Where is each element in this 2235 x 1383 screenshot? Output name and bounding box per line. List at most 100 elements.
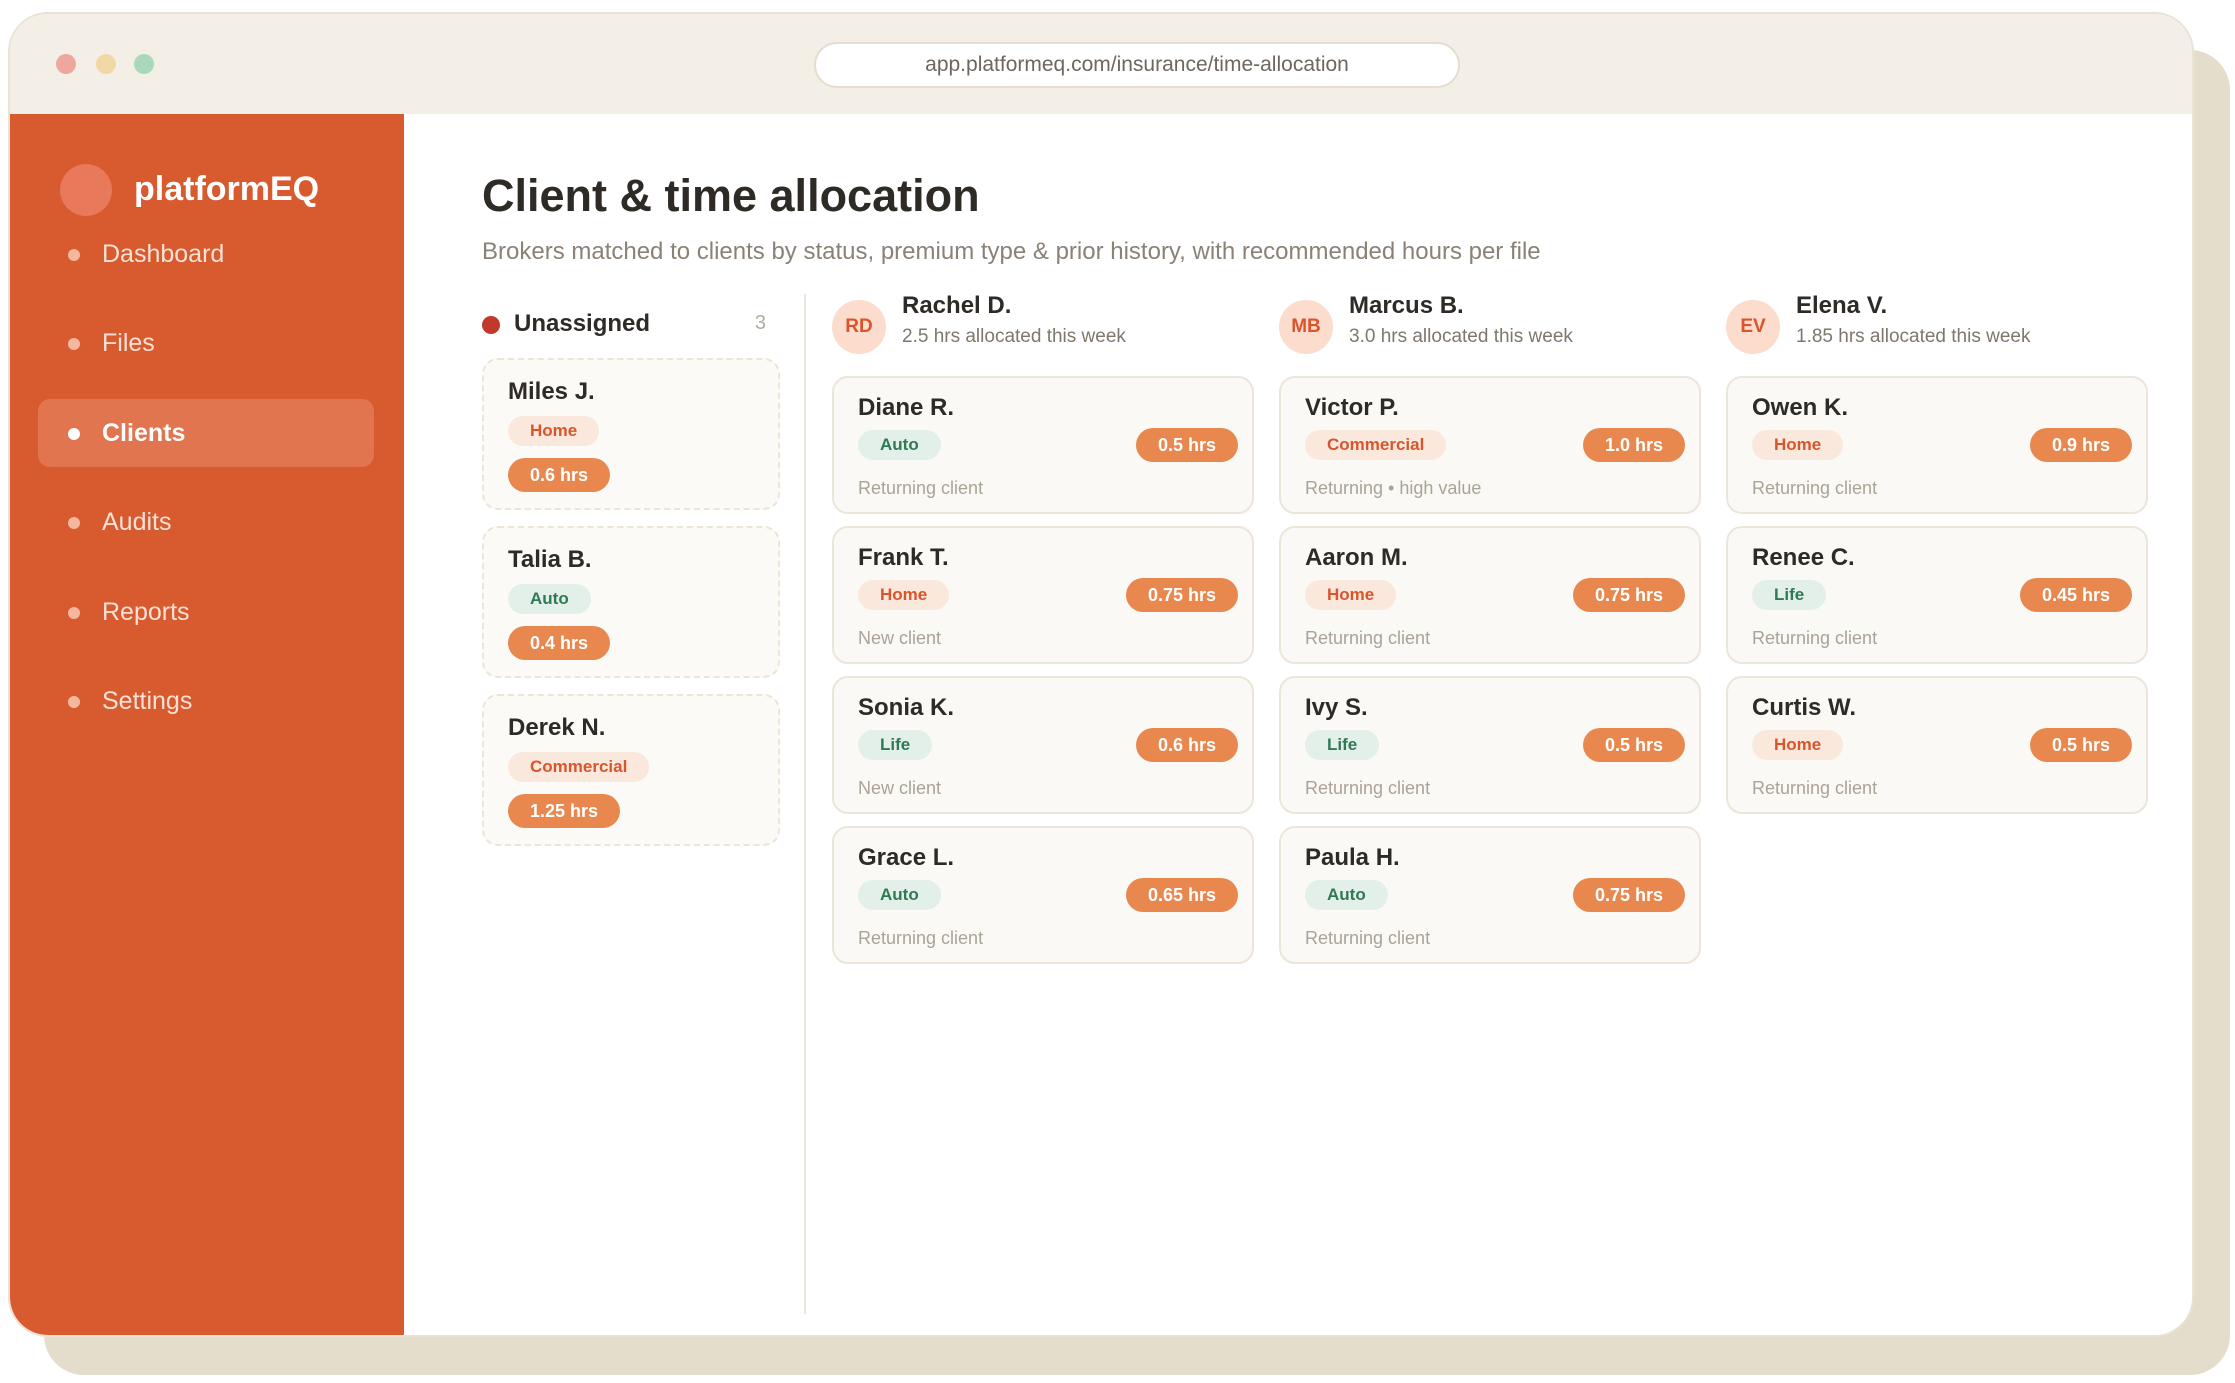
hours-badge: 1.25 hrs <box>508 794 621 828</box>
bullet-icon <box>68 338 80 350</box>
client-status: Returning client <box>1305 928 1431 948</box>
premium-type-tag: Life <box>858 730 933 760</box>
hours-badge: 1.0 hrs <box>1582 428 1685 462</box>
client-status: Returning client <box>1752 478 1878 498</box>
premium-type-tag: Auto <box>858 430 941 460</box>
client-status: Returning client <box>1752 778 1878 798</box>
client-name: Owen K. <box>1752 394 1849 421</box>
sidebar-item-settings[interactable]: Settings <box>38 667 374 735</box>
client-name: Frank T. <box>858 544 949 571</box>
maximize-window-dot[interactable] <box>134 54 154 74</box>
premium-type-tag: Commercial <box>1305 430 1447 460</box>
hours-badge: 0.65 hrs <box>1125 878 1238 912</box>
premium-type-tag: Auto <box>508 584 591 614</box>
hours-badge: 0.9 hrs <box>2029 428 2132 462</box>
client-status: Returning client <box>858 478 984 498</box>
broker-allocated-hours: 1.85 hrs allocated this week <box>1796 326 2031 347</box>
client-card[interactable]: Frank T. Home 0.75 hrs New client <box>832 526 1254 664</box>
client-status: Returning client <box>1752 628 1878 648</box>
sidebar-item-label: Audits <box>102 508 172 536</box>
sidebar-item-label: Dashboard <box>102 240 225 268</box>
sidebar-item-label: Settings <box>102 687 193 715</box>
hours-badge: 0.45 hrs <box>2019 578 2132 612</box>
client-card[interactable]: Renee C. Life 0.45 hrs Returning client <box>1726 526 2148 664</box>
page-title: Client & time allocation <box>482 170 980 221</box>
client-name: Paula H. <box>1305 844 1400 871</box>
hours-badge: 0.75 hrs <box>1572 578 1685 612</box>
client-name: Sonia K. <box>858 694 955 721</box>
unassigned-title: Unassigned <box>514 310 651 337</box>
bullet-icon <box>68 696 80 708</box>
premium-type-tag: Home <box>1305 580 1397 610</box>
bullet-icon <box>68 249 80 261</box>
address-bar[interactable]: app.platformeq.com/insurance/time-alloca… <box>814 42 1460 88</box>
client-card[interactable]: Paula H. Auto 0.75 hrs Returning client <box>1279 826 1701 964</box>
premium-type-tag: Auto <box>1305 880 1388 910</box>
premium-type-tag: Auto <box>858 880 941 910</box>
main-content: Client & time allocation Brokers matched… <box>404 114 2192 1335</box>
broker-allocated-hours: 2.5 hrs allocated this week <box>902 326 1126 347</box>
client-card[interactable]: Aaron M. Home 0.75 hrs Returning client <box>1279 526 1701 664</box>
client-status: Returning • high value <box>1305 478 1482 498</box>
sidebar-item-files[interactable]: Files <box>38 309 374 377</box>
client-card[interactable]: Sonia K. Life 0.6 hrs New client <box>832 676 1254 814</box>
hours-badge: 0.5 hrs <box>1135 428 1238 462</box>
bullet-icon <box>68 607 80 619</box>
premium-type-tag: Home <box>1752 430 1844 460</box>
client-name: Renee C. <box>1752 544 1855 571</box>
sidebar-item-audits[interactable]: Audits <box>38 488 374 556</box>
avatar: MB <box>1279 300 1333 354</box>
client-status: Returning client <box>1305 778 1431 798</box>
client-name: Victor P. <box>1305 394 1399 421</box>
sidebar-item-clients[interactable]: Clients <box>38 399 374 467</box>
client-name: Aaron M. <box>1305 544 1408 571</box>
client-name: Derek N. <box>508 714 606 741</box>
premium-type-tag: Life <box>1752 580 1827 610</box>
premium-type-tag: Home <box>1752 730 1844 760</box>
unassigned-client-card[interactable]: Miles J. Home 0.6 hrs <box>482 358 780 510</box>
unassigned-client-card[interactable]: Derek N. Commercial 1.25 hrs <box>482 694 780 846</box>
hours-badge: 0.6 hrs <box>508 458 611 492</box>
client-name: Talia B. <box>508 546 592 573</box>
client-status: Returning client <box>1305 628 1431 648</box>
client-card[interactable]: Diane R. Auto 0.5 hrs Returning client <box>832 376 1254 514</box>
page-subtitle: Brokers matched to clients by status, pr… <box>482 238 1541 265</box>
hours-badge: 0.75 hrs <box>1572 878 1685 912</box>
sidebar-item-dashboard[interactable]: Dashboard <box>38 220 374 288</box>
premium-type-tag: Life <box>1305 730 1380 760</box>
hours-badge: 0.6 hrs <box>1135 728 1238 762</box>
broker-name: Rachel D. <box>902 292 1012 319</box>
unassigned-header: Unassigned 3 <box>482 304 772 344</box>
premium-type-tag: Home <box>508 416 600 446</box>
premium-type-tag: Commercial <box>508 752 650 782</box>
unassigned-client-card[interactable]: Talia B. Auto 0.4 hrs <box>482 526 780 678</box>
close-window-dot[interactable] <box>56 54 76 74</box>
client-card[interactable]: Owen K. Home 0.9 hrs Returning client <box>1726 376 2148 514</box>
sidebar-item-reports[interactable]: Reports <box>38 578 374 646</box>
premium-type-tag: Home <box>858 580 950 610</box>
sidebar: platformEQ Dashboard Files Clients Audit… <box>10 114 404 1335</box>
sidebar-item-label: Reports <box>102 598 190 626</box>
bullet-icon <box>68 517 80 529</box>
avatar: EV <box>1726 300 1780 354</box>
minimize-window-dot[interactable] <box>96 54 116 74</box>
hours-badge: 0.75 hrs <box>1125 578 1238 612</box>
client-status: Returning client <box>858 928 984 948</box>
avatar: RD <box>832 300 886 354</box>
bullet-icon <box>68 428 80 440</box>
client-card[interactable]: Curtis W. Home 0.5 hrs Returning client <box>1726 676 2148 814</box>
broker-name: Elena V. <box>1796 292 1888 319</box>
client-card[interactable]: Ivy S. Life 0.5 hrs Returning client <box>1279 676 1701 814</box>
client-name: Diane R. <box>858 394 955 421</box>
broker-name: Marcus B. <box>1349 292 1464 319</box>
client-name: Curtis W. <box>1752 694 1857 721</box>
browser-window: app.platformeq.com/insurance/time-alloca… <box>8 12 2194 1337</box>
brand-logo-icon <box>60 164 112 216</box>
client-card[interactable]: Victor P. Commercial 1.0 hrs Returning •… <box>1279 376 1701 514</box>
client-card[interactable]: Grace L. Auto 0.65 hrs Returning client <box>832 826 1254 964</box>
status-dot-icon <box>482 316 500 334</box>
hours-badge: 0.5 hrs <box>1582 728 1685 762</box>
hours-badge: 0.5 hrs <box>2029 728 2132 762</box>
broker-allocated-hours: 3.0 hrs allocated this week <box>1349 326 1573 347</box>
browser-titlebar: app.platformeq.com/insurance/time-alloca… <box>10 14 2192 114</box>
